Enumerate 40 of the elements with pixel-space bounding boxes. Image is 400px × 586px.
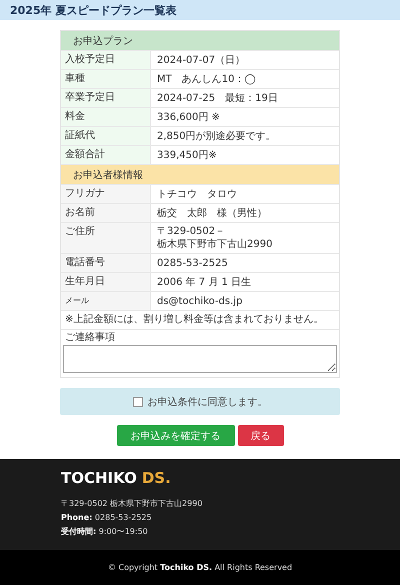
confirm-button[interactable]: お申込みを確定する	[116, 425, 234, 446]
field-label: メール	[61, 292, 151, 310]
field-value: 0285-53-2525	[156, 256, 229, 270]
field-value: 2024-07-07（日）	[156, 54, 246, 68]
copyright-text: © Copyright Tochiko DS. All Rights Reserved	[108, 563, 292, 572]
footer-info: 〒329-0502 栃木県下野市下古山2990	[61, 498, 204, 510]
logo-text: TOCHIKO	[61, 469, 137, 487]
field-label: 入校予定日	[61, 51, 151, 69]
field-value: 2,850円が別途必要です。	[156, 130, 277, 144]
field-label: お名前	[61, 204, 151, 222]
field-value: 336,600円 ※	[156, 110, 221, 124]
field-label: 料金	[61, 108, 151, 126]
field-value: 339,450円※	[156, 148, 218, 162]
agree-label: お申込条件に同意します。	[148, 396, 268, 408]
field-value: 2006 年 7 月 1 日生	[156, 276, 252, 290]
note-text: ※上記金額には、割り増し料金等は含まれておりません。	[61, 310, 339, 329]
field-label: 金額合計	[61, 146, 151, 164]
field-label: 卒業予定日	[61, 89, 151, 107]
contact-field[interactable]	[63, 345, 337, 373]
field-value: 〒329-0502－ 栃木県下野市下古山2990	[156, 225, 274, 252]
page-title: 2025年 夏スピードプラン一覧表	[10, 2, 176, 18]
agree-checkbox[interactable]	[132, 396, 142, 406]
field-label: 証紙代	[61, 127, 151, 145]
field-value: 2024-07-25 最短：19日	[156, 92, 279, 106]
field-value: 栃交 太郎 様（男性）	[156, 206, 268, 220]
footer-info: 受付時間: 9:00〜19:50	[61, 526, 149, 538]
field-label: 生年月日	[61, 273, 151, 291]
field-label: 電話番号	[61, 254, 151, 272]
field-value: トチコウ タロウ	[156, 188, 238, 202]
section-heading: お申込プラン	[61, 31, 339, 50]
field-label: フリガナ	[61, 185, 151, 203]
field-label: 車種	[61, 70, 151, 88]
back-button[interactable]: 戻る	[238, 425, 284, 446]
contact-label: ご連絡事項	[64, 332, 116, 344]
footer-info: Phone: 0285-53-2525	[61, 512, 153, 524]
section-heading: お申込者様情報	[61, 164, 339, 184]
field-value: ds@tochiko-ds.jp	[156, 294, 244, 308]
field-label: ご住所	[61, 223, 151, 253]
field-value: MT あんしん10：◯	[156, 72, 257, 86]
logo-accent-text: DS.	[142, 469, 171, 487]
